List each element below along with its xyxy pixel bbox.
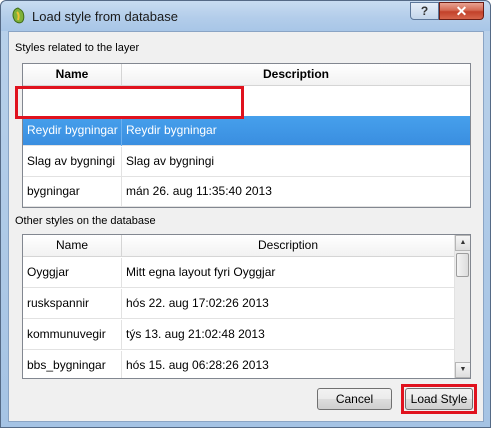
other-styles-table[interactable]: Name Description Oyggjar Mitt egna layou… [22, 234, 471, 379]
table-header: Name Description [23, 235, 454, 257]
window-title: Load style from database [32, 9, 178, 24]
table-row[interactable]: Oyggjar Mitt egna layout fyri Oyggjar [23, 258, 454, 288]
cell-name: ruskspannir [23, 289, 122, 319]
help-button[interactable]: ? [410, 2, 439, 20]
qgis-icon [12, 7, 25, 24]
other-styles-label: Other styles on the database [15, 215, 156, 227]
scrollbar-thumb[interactable] [456, 253, 469, 277]
cell-description: týs 13. aug 21:02:48 2013 [126, 327, 265, 341]
vertical-scrollbar[interactable]: ▲ ▼ [454, 235, 470, 378]
cell-name: bygningar [23, 177, 122, 207]
related-styles-label: Styles related to the layer [15, 42, 140, 54]
column-header-name[interactable]: Name [23, 235, 122, 257]
dialog-body: Styles related to the layer Name Descrip… [8, 31, 484, 422]
cancel-button[interactable]: Cancel [317, 388, 392, 410]
cell-name: kommunuvegir [23, 320, 122, 350]
load-style-button[interactable]: Load Style [405, 388, 473, 410]
table-row[interactable]: Reydir bygningar Reydir bygningar [23, 116, 470, 146]
cell-description: mán 26. aug 11:35:40 2013 [126, 184, 272, 198]
cell-description: Slag av bygningi [126, 154, 215, 168]
table-row[interactable]: ruskspannir hós 22. aug 17:02:26 2013 [23, 289, 454, 319]
cell-name: Reydir bygningar [23, 116, 122, 146]
table-row[interactable]: Slag av bygningi Slag av bygningi [23, 147, 470, 177]
cell-name: bbs_bygningar [23, 351, 122, 378]
scroll-up-arrow-icon[interactable]: ▲ [455, 235, 470, 251]
cell-name: Oyggjar [23, 258, 122, 288]
related-styles-table[interactable]: Name Description Reydir bygningar Reydir… [22, 63, 471, 208]
table-header: Name Description [23, 64, 470, 86]
table-row[interactable]: bbs_bygningar hós 15. aug 06:28:26 2013 [23, 351, 454, 378]
title-bar: Load style from database ? ✕ [1, 1, 490, 31]
column-header-description[interactable]: Description [122, 64, 470, 86]
scroll-down-arrow-icon[interactable]: ▼ [455, 362, 470, 378]
load-style-dialog: Load style from database ? ✕ Styles rela… [0, 0, 491, 428]
column-header-name[interactable]: Name [23, 64, 122, 86]
table-row[interactable]: kommunuvegir týs 13. aug 21:02:48 2013 [23, 320, 454, 350]
cell-description: hós 15. aug 06:28:26 2013 [126, 358, 269, 372]
cell-description: Reydir bygningar [126, 123, 217, 137]
cell-description: Mitt egna layout fyri Oyggjar [126, 265, 276, 279]
cell-description: hós 22. aug 17:02:26 2013 [126, 296, 269, 310]
cell-name: Slag av bygningi [23, 147, 122, 177]
close-button[interactable]: ✕ [439, 2, 484, 20]
table-row[interactable]: bygningar mán 26. aug 11:35:40 2013 [23, 177, 470, 207]
column-header-description[interactable]: Description [122, 235, 454, 257]
